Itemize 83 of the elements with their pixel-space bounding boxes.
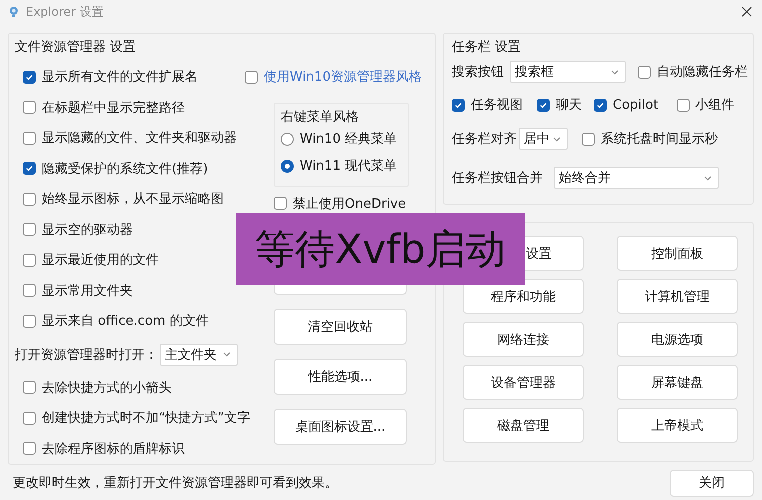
button[interactable]: 性能选项... <box>274 359 407 395</box>
checkbox-label: 去除程序图标的盾牌标识 <box>42 440 185 458</box>
button[interactable]: 磁盘管理 <box>463 408 584 443</box>
checkbox[interactable] <box>676 98 690 112</box>
check-icon <box>539 100 548 110</box>
checkbox[interactable] <box>594 98 607 112</box>
checkbox-label: 显示常用文件夹 <box>42 282 133 300</box>
check-icon <box>25 72 34 82</box>
chevron-icon <box>611 70 619 74</box>
checkbox-label: Copilot <box>613 98 659 112</box>
checkbox[interactable] <box>274 197 287 210</box>
checkbox[interactable] <box>23 284 36 298</box>
checkbox[interactable] <box>23 254 36 267</box>
dropdown[interactable]: 搜索框 <box>510 61 626 83</box>
checkbox[interactable] <box>452 98 465 112</box>
check-icon <box>596 100 605 110</box>
button[interactable]: 设备管理器 <box>463 365 584 400</box>
button[interactable]: 网络连接 <box>463 322 584 357</box>
checkbox-label: 小组件 <box>696 97 735 114</box>
status-message: 更改即时生效，重新打开文件资源管理器即可看到效果。 <box>13 475 338 492</box>
checkbox[interactable] <box>23 223 36 236</box>
check-icon <box>25 164 34 174</box>
chevron-icon <box>704 176 712 180</box>
field-label: 搜索按钮 <box>452 64 504 81</box>
checkbox[interactable] <box>23 132 36 145</box>
radio-label: Win11 现代菜单 <box>300 158 398 175</box>
checkbox-label: 使用Win10资源管理器风格 <box>264 69 422 86</box>
button[interactable]: 屏幕键盘 <box>617 365 738 400</box>
checkbox[interactable] <box>23 412 36 425</box>
checkbox-label: 显示所有文件的文件扩展名 <box>42 69 198 86</box>
checkbox-label: 显示来自 office.com 的文件 <box>42 313 209 330</box>
field-label: 任务栏对齐 <box>452 131 517 148</box>
checkbox-label: 隐藏受保护的系统文件(推荐) <box>42 160 208 178</box>
chevron-icon <box>223 352 231 357</box>
button[interactable]: 桌面图标设置... <box>274 409 407 445</box>
checkbox[interactable] <box>23 162 36 176</box>
close-icon[interactable] <box>742 7 752 17</box>
button[interactable]: 控制面板 <box>617 236 738 271</box>
dropdown[interactable]: 始终合并 <box>554 167 719 189</box>
checkbox[interactable] <box>23 70 36 84</box>
button[interactable]: 程序和功能 <box>463 279 584 314</box>
button[interactable]: 电源选项 <box>617 322 738 357</box>
app-icon <box>8 6 20 18</box>
checkbox-label: 始终显示图标，从不显示缩略图 <box>42 191 224 208</box>
radio-button[interactable] <box>281 132 294 146</box>
button[interactable]: 清空回收站 <box>274 309 407 345</box>
checkbox-label: 创建快捷方式时不加“快捷方式”文字 <box>42 410 250 428</box>
button[interactable]: 上帝模式 <box>617 408 738 443</box>
group-title: 任务栏 设置 <box>452 39 522 56</box>
checkbox-label: 显示隐藏的文件、文件夹和驱动器 <box>42 130 237 148</box>
group-title: 文件资源管理器 设置 <box>15 39 138 56</box>
group-title: 右键菜单风格 <box>281 108 360 126</box>
checkbox-label: 聊天 <box>556 97 582 114</box>
checkbox-label: 显示最近使用的文件 <box>42 252 159 270</box>
checkbox[interactable] <box>638 66 651 78</box>
chevron-icon <box>553 136 561 142</box>
radio-button[interactable] <box>281 160 294 172</box>
window-title: Explorer 设置 <box>26 4 104 20</box>
checkbox-label: 系统托盘时间显示秒 <box>601 131 718 148</box>
checkbox[interactable] <box>23 381 36 394</box>
dropdown[interactable]: 居中 <box>519 128 568 150</box>
checkbox-label: 显示空的驱动器 <box>42 222 133 239</box>
checkbox-label: 自动隐藏任务栏 <box>657 64 748 81</box>
button[interactable]: 计算机管理 <box>617 279 738 314</box>
loading-toast: 等待Xvfb启动 <box>236 213 525 285</box>
checkbox-label: 在标题栏中显示完整路径 <box>42 100 185 117</box>
checkbox-label: 任务视图 <box>471 97 523 114</box>
field-label: 任务栏按钮合并 <box>452 170 543 187</box>
checkbox-label: 去除快捷方式的小箭头 <box>42 380 172 397</box>
checkbox-label: 禁止使用OneDrive <box>293 196 406 213</box>
checkbox[interactable] <box>23 442 36 456</box>
checkbox[interactable] <box>23 101 36 114</box>
checkbox[interactable] <box>23 192 36 206</box>
check-icon <box>454 100 463 110</box>
checkbox[interactable] <box>537 98 550 112</box>
radio-label: Win10 经典菜单 <box>300 131 398 148</box>
checkbox[interactable] <box>245 70 258 84</box>
checkbox[interactable] <box>23 314 36 328</box>
checkbox[interactable] <box>582 132 595 146</box>
field-label: 打开资源管理器时打开： <box>15 346 158 364</box>
dropdown[interactable]: 主文件夹 <box>160 344 238 366</box>
close-button[interactable]: 关闭 <box>670 470 754 496</box>
button[interactable]: 设置 <box>525 236 584 271</box>
